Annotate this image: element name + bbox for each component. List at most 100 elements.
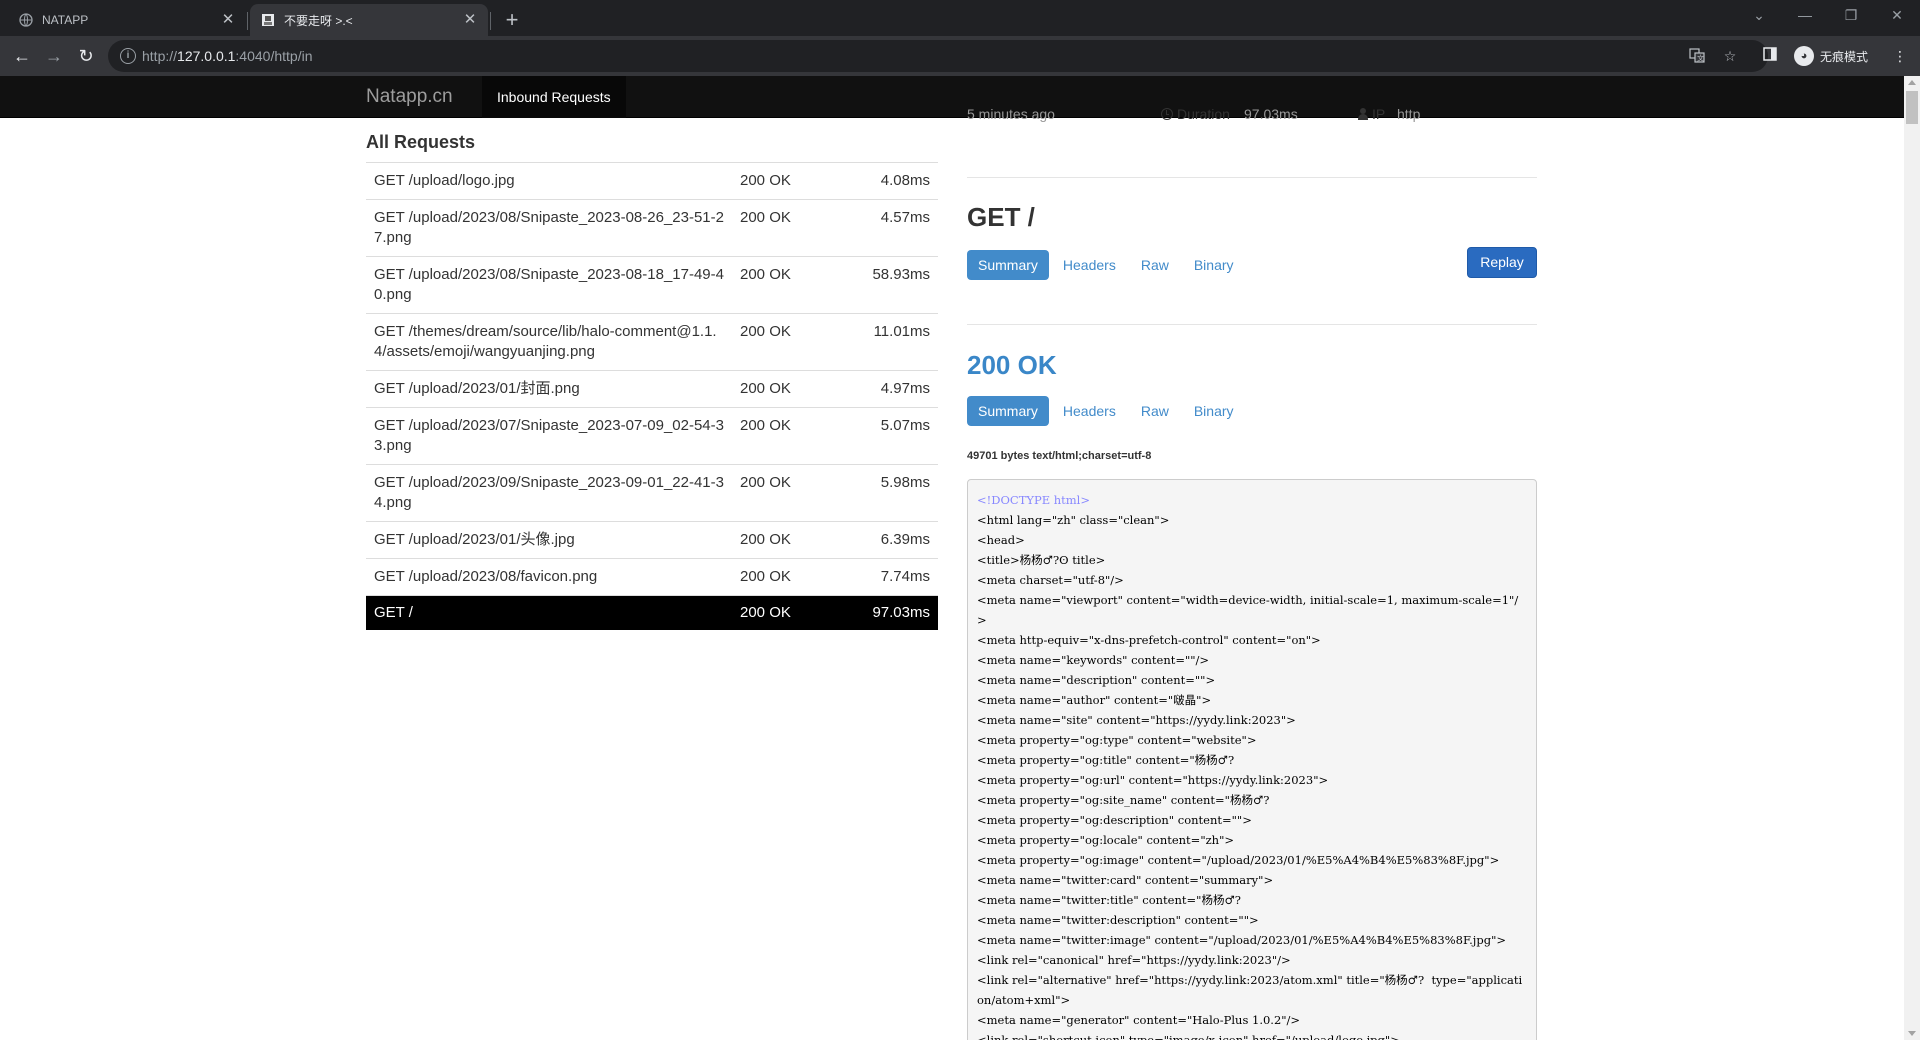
divider: [967, 324, 1537, 325]
request-meta: 5 minutes ago Duration 97.03ms IP http: [967, 106, 1537, 126]
url-path: :4040/http/in: [235, 48, 313, 64]
request-row[interactable]: GET /upload/2023/01/封面.png 200 OK 4.97ms: [366, 370, 938, 408]
request-path: GET /upload/2023/08/Snipaste_2023-08-26_…: [374, 209, 724, 246]
request-path: GET /upload/2023/07/Snipaste_2023-07-09_…: [374, 417, 724, 454]
request-row[interactable]: GET /themes/dream/source/lib/halo-commen…: [366, 313, 938, 371]
request-path: GET /upload/logo.jpg: [374, 172, 515, 189]
nav-inbound-requests[interactable]: Inbound Requests: [482, 76, 626, 118]
request-duration: 11.01ms: [873, 323, 930, 340]
minimize-button[interactable]: —: [1782, 0, 1828, 30]
tab-search-icon[interactable]: ⌄: [1736, 0, 1782, 30]
duration-label-text: Duration: [1177, 106, 1230, 122]
request-tab-summary[interactable]: Summary: [967, 250, 1049, 280]
request-duration: 4.08ms: [880, 172, 930, 189]
request-row[interactable]: GET /upload/logo.jpg 200 OK 4.08ms: [366, 162, 938, 200]
request-row[interactable]: GET /upload/2023/09/Snipaste_2023-09-01_…: [366, 464, 938, 522]
incognito-label: 无痕模式: [1820, 49, 1869, 64]
request-duration: 7.74ms: [880, 568, 930, 585]
tab-natapp[interactable]: NATAPP ✕: [8, 4, 246, 36]
request-duration: 97.03ms: [872, 604, 930, 621]
code-line: <meta name="twitter:description" content…: [977, 913, 1259, 927]
response-tab-summary[interactable]: Summary: [967, 396, 1049, 426]
tab-divider: [490, 12, 491, 30]
back-arrow-icon[interactable]: ←: [8, 42, 36, 70]
request-path: GET /: [374, 604, 413, 621]
request-path: GET /upload/2023/09/Snipaste_2023-09-01_…: [374, 474, 724, 511]
response-tabs: Summary Headers Raw Binary: [967, 396, 1248, 426]
address-bar[interactable]: i http://127.0.0.1:4040/http/in 文 ☆: [108, 40, 1768, 72]
reload-icon[interactable]: ↻: [72, 42, 100, 70]
restore-button[interactable]: ❐: [1828, 0, 1874, 30]
bookmark-star-icon[interactable]: ☆: [1721, 47, 1739, 65]
divider: [967, 177, 1537, 178]
request-tab-headers[interactable]: Headers: [1052, 250, 1127, 280]
request-path: GET /upload/2023/08/favicon.png: [374, 568, 598, 585]
request-row[interactable]: GET /upload/2023/07/Snipaste_2023-07-09_…: [366, 407, 938, 465]
request-duration: 58.93ms: [872, 266, 930, 283]
code-line: <meta name="site" content="https://yydy.…: [977, 713, 1296, 727]
request-row[interactable]: GET /upload/2023/08/Snipaste_2023-08-26_…: [366, 199, 938, 257]
request-status: 200 OK: [740, 323, 791, 340]
code-line: <!DOCTYPE html>: [977, 493, 1091, 507]
url-text[interactable]: http://127.0.0.1:4040/http/in: [142, 48, 312, 64]
request-duration: 6.39ms: [880, 531, 930, 548]
request-duration: 5.07ms: [880, 417, 930, 434]
code-line: <meta name="description" content="">: [977, 673, 1216, 687]
close-icon[interactable]: ✕: [462, 12, 478, 28]
request-status: 200 OK: [740, 531, 791, 548]
request-tab-raw[interactable]: Raw: [1130, 250, 1180, 280]
translate-icon[interactable]: 文: [1688, 47, 1706, 65]
duration-value: 97.03ms: [1244, 106, 1298, 122]
code-line: <meta property="og:site_name" content="杨…: [977, 793, 1270, 807]
top-navbar: Natapp.cn Inbound Requests: [0, 76, 1904, 118]
site-info-icon[interactable]: i: [120, 48, 136, 64]
side-panel-icon[interactable]: [1760, 46, 1780, 66]
response-body-code[interactable]: <!DOCTYPE html> <html lang="zh" class="cl…: [967, 479, 1537, 1040]
page-scrollbar[interactable]: [1904, 76, 1920, 1040]
scroll-up-arrow-icon[interactable]: [1908, 80, 1916, 85]
request-path: GET /upload/2023/01/头像.jpg: [374, 531, 575, 548]
menu-dots-icon[interactable]: ⋮: [1890, 46, 1910, 66]
request-duration: 4.57ms: [880, 209, 930, 226]
incognito-indicator[interactable]: ◕ 无痕模式: [1790, 43, 1878, 69]
code-line: <meta property="og:image" content="/uplo…: [977, 853, 1500, 867]
request-title: GET /: [967, 202, 1035, 232]
tab-strip: NATAPP ✕ 不要走呀 >.< ✕ + ⌄ — ❐ ✕: [0, 0, 1920, 36]
close-icon[interactable]: ✕: [220, 12, 236, 28]
code-line: <meta property="og:description" content=…: [977, 813, 1252, 827]
request-row[interactable]: GET /upload/2023/01/头像.jpg 200 OK 6.39ms: [366, 521, 938, 559]
code-line: <meta http-equiv="x-dns-prefetch-control…: [977, 633, 1321, 647]
request-row[interactable]: GET / 200 OK 97.03ms: [366, 595, 938, 630]
request-path: GET /upload/2023/08/Snipaste_2023-08-18_…: [374, 266, 724, 303]
ip-label-text: IP: [1372, 106, 1386, 122]
scroll-down-arrow-icon[interactable]: [1908, 1031, 1916, 1036]
response-tab-binary[interactable]: Binary: [1183, 396, 1245, 426]
browser-toolbar: ← → ↻ i http://127.0.0.1:4040/http/in 文 …: [0, 36, 1920, 76]
response-bytes-info: 49701 bytes text/html;charset=utf-8: [967, 450, 1152, 462]
tab-blog[interactable]: 不要走呀 >.< ✕: [250, 4, 488, 36]
request-status: 200 OK: [740, 474, 791, 491]
ip-value: http: [1397, 106, 1421, 122]
requests-panel: All Requests GET /upload/logo.jpg 200 OK 4…: [366, 132, 938, 630]
scrollbar-thumb[interactable]: [1906, 91, 1918, 124]
request-row[interactable]: GET /upload/2023/08/favicon.png 200 OK 7.7…: [366, 558, 938, 596]
request-tab-binary[interactable]: Binary: [1183, 250, 1245, 280]
code-line: <head>: [977, 533, 1025, 547]
request-status: 200 OK: [740, 417, 791, 434]
request-status: 200 OK: [740, 266, 791, 283]
code-line: <meta name="keywords" content=""/>: [977, 653, 1210, 667]
response-tab-raw[interactable]: Raw: [1130, 396, 1180, 426]
request-status: 200 OK: [740, 380, 791, 397]
url-host: 127.0.0.1: [177, 48, 236, 64]
request-duration: 5.98ms: [880, 474, 930, 491]
replay-button[interactable]: Replay: [1467, 247, 1537, 278]
brand-link[interactable]: Natapp.cn: [366, 86, 453, 108]
forward-arrow-icon[interactable]: →: [40, 42, 68, 70]
duration-label: Duration: [1161, 106, 1230, 122]
request-row[interactable]: GET /upload/2023/08/Snipaste_2023-08-18_…: [366, 256, 938, 314]
close-window-button[interactable]: ✕: [1874, 0, 1920, 30]
response-tab-headers[interactable]: Headers: [1052, 396, 1127, 426]
request-duration: 4.97ms: [880, 380, 930, 397]
tab-title: 不要走呀 >.<: [284, 13, 353, 28]
new-tab-button[interactable]: +: [498, 6, 526, 34]
